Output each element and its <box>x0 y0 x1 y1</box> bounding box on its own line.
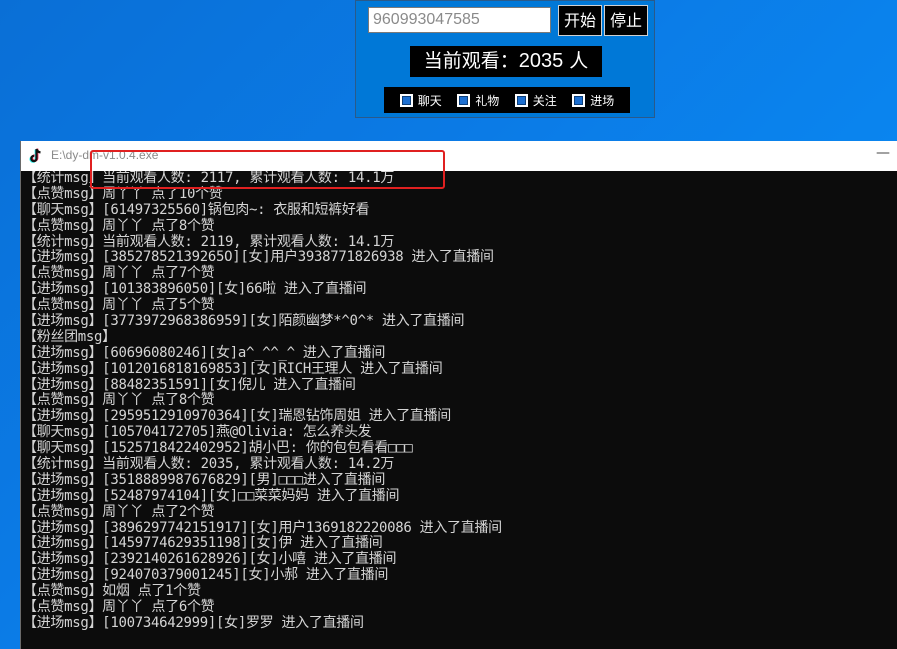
log-line: 【统计msg】当前观看人数: 2035, 累计观看人数: 14.2万 <box>23 456 395 473</box>
log-line: 【点赞msg】周丫丫 点了8个赞 <box>23 392 215 409</box>
log-line: 【进场msg】[60696080246][女]a^_^^_^ 进入了直播间 <box>23 344 386 361</box>
log-line: 【聊天msg】[105704172705]燕@Olivia: 怎么养头发 <box>23 424 372 441</box>
log-line: 【粉丝团msg】 <box>23 328 116 345</box>
log-line: 【进场msg】[38527852139265O][女]用户39387718269… <box>23 249 494 266</box>
filter-follow-checkbox[interactable]: 关注 <box>514 92 557 109</box>
annotation-highlight-box <box>90 150 445 189</box>
start-button[interactable]: 开始 <box>558 5 602 36</box>
filter-label: 进场 <box>590 93 615 108</box>
log-line: 【点赞msg】周丫丫 点了5个赞 <box>23 297 215 314</box>
minimize-icon[interactable]: — <box>876 146 890 160</box>
message-filter-bar: 聊天 礼物 关注 进场 <box>384 87 630 113</box>
checkbox-icon <box>399 93 413 107</box>
log-line: 【点赞msg】周丫丫 点了10个赞 <box>23 185 223 202</box>
log-line: 【聊天msg】[1525718422402952]胡小巴: 你的包包看看□□□ <box>23 440 413 457</box>
checkbox-icon <box>457 93 471 107</box>
filter-enter-checkbox[interactable]: 进场 <box>572 92 614 109</box>
tiktok-icon <box>29 148 41 163</box>
log-line: 【点赞msg】周丫丫 点了6个赞 <box>23 599 215 616</box>
room-id-input[interactable] <box>368 7 551 33</box>
log-line: 【进场msg】[2959512910970364][女]瑞恩钻饰周姐 进入了直播… <box>23 408 451 425</box>
console-log: 【统计msg】当前观看人数: 2117, 累计观看人数: 14.1万 【点赞msg… <box>23 171 897 649</box>
log-line: 【进场msg】[52487974104][女]□□菜菜妈妈 进入了直播间 <box>23 487 400 504</box>
log-line: 【点赞msg】周丫丫 点了8个赞 <box>23 217 215 234</box>
log-line: 【进场msg】[924070379001245][女]小郝 进入了直播间 <box>23 567 389 584</box>
viewer-count-suffix: 人 <box>569 50 589 72</box>
stop-button[interactable]: 停止 <box>604 5 648 36</box>
log-line: 【进场msg】[1459774629351198][女]伊 进入了直播间 <box>23 535 383 552</box>
log-line: 【进场msg】[2392140261628926][女]小嘻 进入了直播间 <box>23 551 397 568</box>
log-line: 【聊天msg】[61497325560]锅包肉~: 衣服和短裤好看 <box>23 201 370 218</box>
log-line: 【点赞msg】周丫丫 点了7个赞 <box>23 265 215 282</box>
log-line: 【点赞msg】周丫丫 点了2个赞 <box>23 503 215 520</box>
log-line: 【进场msg】[88482351591][女]倪儿 进入了直播间 <box>23 376 356 393</box>
viewer-count-prefix: 当前观看： <box>423 50 519 72</box>
filter-label: 礼物 <box>475 93 500 108</box>
log-line: 【点赞msg】如烟 点了1个赞 <box>23 583 201 600</box>
log-line: 【进场msg】[101383896050][女]66啦 进入了直播间 <box>23 281 367 298</box>
log-line: 【进场msg】[3773972968386959][女]陌颜幽梦*^0^* 进入… <box>23 313 465 330</box>
control-panel: 开始 停止 当前观看：2035 人 聊天 礼物 关注 进场 <box>355 0 655 118</box>
viewer-count-number: 2035 <box>518 50 564 72</box>
checkbox-icon <box>514 93 528 107</box>
log-line: 【进场msg】[1012016818169853][女]RICH王理人 进入了直… <box>23 360 443 377</box>
filter-label: 关注 <box>532 93 557 108</box>
log-line: 【进场msg】[3518889987676829][男]□□□进入了直播间 <box>23 471 386 488</box>
log-line: 【进场msg】[100734642999][女]罗罗 进入了直播间 <box>23 614 364 631</box>
filter-chat-checkbox[interactable]: 聊天 <box>399 92 442 109</box>
console-window: E:\dy-dm-v1.0.4.exe — 【统计msg】当前观看人数: 211… <box>20 141 897 649</box>
filter-gift-checkbox[interactable]: 礼物 <box>457 92 499 109</box>
checkbox-icon <box>572 93 586 107</box>
viewer-count-display: 当前观看：2035 人 <box>410 46 602 77</box>
filter-label: 聊天 <box>417 93 442 108</box>
